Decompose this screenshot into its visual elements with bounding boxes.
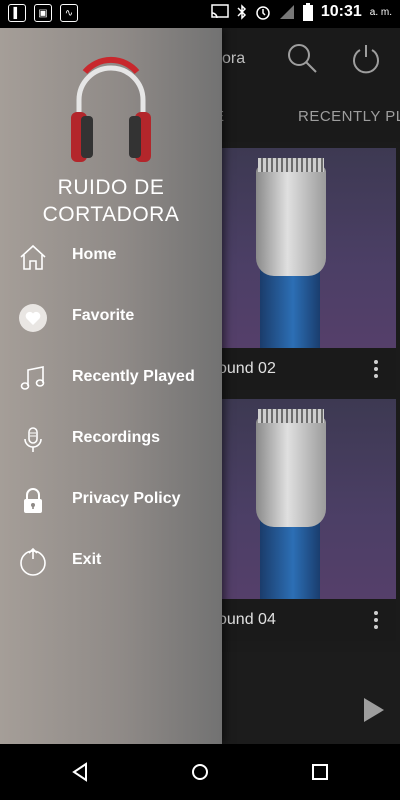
card-footer: ound 02 [218, 348, 396, 390]
search-icon[interactable] [286, 42, 318, 74]
menu-label-home: Home [72, 246, 117, 263]
signal-icon [279, 5, 294, 19]
more-options-icon[interactable] [374, 611, 380, 629]
card-image [218, 148, 396, 358]
menu-label-exit: Exit [72, 551, 102, 568]
system-nav-bar [0, 744, 400, 800]
app-title: ora [222, 50, 246, 67]
music-note-icon [20, 366, 45, 390]
headphones-logo [71, 56, 151, 162]
card-footer: ound 04 [218, 599, 396, 641]
menu-label-recordings: Recordings [72, 429, 161, 446]
play-icon[interactable] [364, 698, 384, 722]
status-left-icons: ▌ ▣ ∿ [8, 4, 78, 22]
trimmer-head-shape [256, 417, 326, 527]
lock-icon [24, 488, 42, 513]
card-label: ound 04 [218, 611, 276, 628]
image-notification-icon: ▣ [34, 4, 52, 22]
trimmer-blade-shape [258, 409, 324, 423]
menu-label-privacy-policy: Privacy Policy [72, 490, 181, 507]
power-icon [20, 547, 46, 576]
menu-item-favorite[interactable]: Favorite [0, 293, 222, 345]
home-nav-icon[interactable] [188, 760, 212, 784]
status-right-icons: 10:31 a. m. [211, 3, 392, 21]
menu-item-home[interactable]: Home [0, 232, 222, 284]
sound-card[interactable]: ound 04 [218, 399, 396, 641]
activity-icon: ∿ [60, 4, 78, 22]
menu-label-favorite: Favorite [72, 307, 135, 324]
heart-icon [19, 304, 47, 332]
notification-icon: ▌ [8, 4, 26, 22]
card-image [218, 399, 396, 609]
status-ampm: a. m. [369, 6, 392, 18]
power-icon[interactable] [350, 42, 382, 74]
menu-item-recently-played[interactable]: Recently Played [0, 354, 222, 406]
status-time: 10:31 [320, 3, 362, 20]
tab-recently-played[interactable]: RECENTLY PL [298, 108, 400, 125]
navigation-drawer: RUIDO DE CORTADORA Home Favorite Recentl… [0, 28, 222, 744]
menu-item-privacy-policy[interactable]: Privacy Policy [0, 476, 222, 528]
back-icon[interactable] [68, 760, 92, 784]
menu-label-recently-played: Recently Played [72, 368, 195, 385]
trimmer-blade-shape [258, 158, 324, 172]
sound-card[interactable]: ound 02 [218, 148, 396, 390]
battery-icon [302, 3, 313, 21]
card-label: ound 02 [218, 360, 276, 377]
recents-icon[interactable] [308, 760, 332, 784]
status-bar: ▌ ▣ ∿ 10:31 a. m. [0, 0, 400, 28]
home-icon [20, 244, 46, 270]
alarm-icon [256, 6, 270, 20]
bluetooth-icon [237, 4, 246, 20]
cast-icon [211, 4, 229, 19]
menu-item-recordings[interactable]: Recordings [0, 415, 222, 467]
menu-item-exit[interactable]: Exit [0, 537, 222, 589]
more-options-icon[interactable] [374, 360, 380, 378]
microphone-icon [24, 427, 42, 452]
drawer-title: RUIDO DE CORTADORA [42, 176, 180, 226]
trimmer-head-shape [256, 166, 326, 276]
